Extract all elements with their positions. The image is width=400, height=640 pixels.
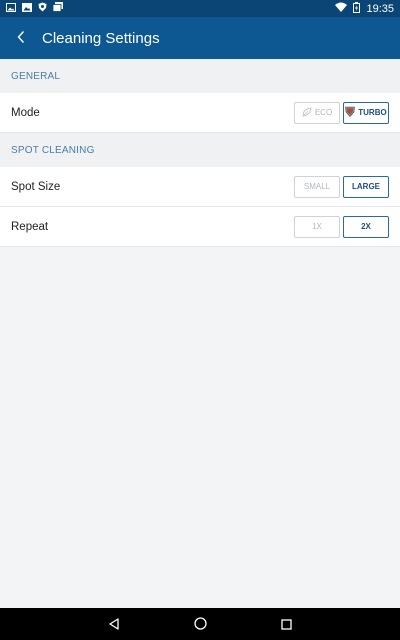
repeat-1x-button[interactable]: 1X <box>294 215 340 238</box>
mode-segmented-control: ECO TURBO <box>294 101 389 124</box>
gallery-icon <box>22 2 32 15</box>
setting-label-mode: Mode <box>11 106 40 119</box>
section-header-general: GENERAL <box>0 59 400 93</box>
leaf-icon <box>302 106 312 119</box>
wifi-icon <box>335 2 348 15</box>
navigation-bar <box>0 608 400 640</box>
battery-icon <box>353 1 361 16</box>
nav-recents-button[interactable] <box>243 608 329 640</box>
chevron-left-icon <box>16 29 26 48</box>
nav-back-button[interactable] <box>71 608 157 640</box>
status-bar-left <box>6 2 63 15</box>
home-circle-icon <box>193 615 207 634</box>
repeat-2x-button[interactable]: 2X <box>343 215 389 238</box>
image-icon <box>6 2 16 15</box>
small-button-label: SMALL <box>303 182 331 191</box>
eco-button[interactable]: ECO <box>294 101 340 124</box>
eco-button-label: ECO <box>314 108 333 117</box>
setting-row-mode: Mode ECO TURBO <box>0 93 400 133</box>
stacked-photos-icon <box>52 2 63 15</box>
shield-notification-icon <box>38 2 47 15</box>
status-time: 19:35 <box>366 2 394 15</box>
setting-label-spot-size: Spot Size <box>11 180 61 193</box>
setting-label-repeat: Repeat <box>11 220 49 233</box>
setting-row-repeat: Repeat 1X 2X <box>0 207 400 247</box>
repeat-2x-label: 2X <box>361 222 371 231</box>
recents-square-icon <box>280 615 292 634</box>
large-button-label: LARGE <box>352 182 380 191</box>
nav-home-button[interactable] <box>157 608 243 640</box>
small-button[interactable]: SMALL <box>294 175 340 198</box>
spot-size-segmented-control: SMALL LARGE <box>294 175 389 198</box>
page-title: Cleaning Settings <box>42 29 160 47</box>
turbo-button-label: TURBO <box>358 108 387 117</box>
turbo-shield-icon <box>345 106 356 119</box>
app-bar: Cleaning Settings <box>0 17 400 59</box>
large-button[interactable]: LARGE <box>343 175 389 198</box>
status-bar: 19:35 <box>0 0 400 17</box>
repeat-1x-label: 1X <box>312 222 322 231</box>
repeat-segmented-control: 1X 2X <box>294 215 389 238</box>
turbo-button[interactable]: TURBO <box>343 101 389 124</box>
back-triangle-icon <box>108 615 120 634</box>
setting-row-spot-size: Spot Size SMALL LARGE <box>0 167 400 207</box>
section-header-spot-cleaning: SPOT CLEANING <box>0 133 400 167</box>
settings-content: GENERAL Mode ECO TURBO SPOT CLEANING Spo… <box>0 59 400 247</box>
status-bar-right: 19:35 <box>335 1 394 16</box>
back-button[interactable] <box>0 17 42 59</box>
